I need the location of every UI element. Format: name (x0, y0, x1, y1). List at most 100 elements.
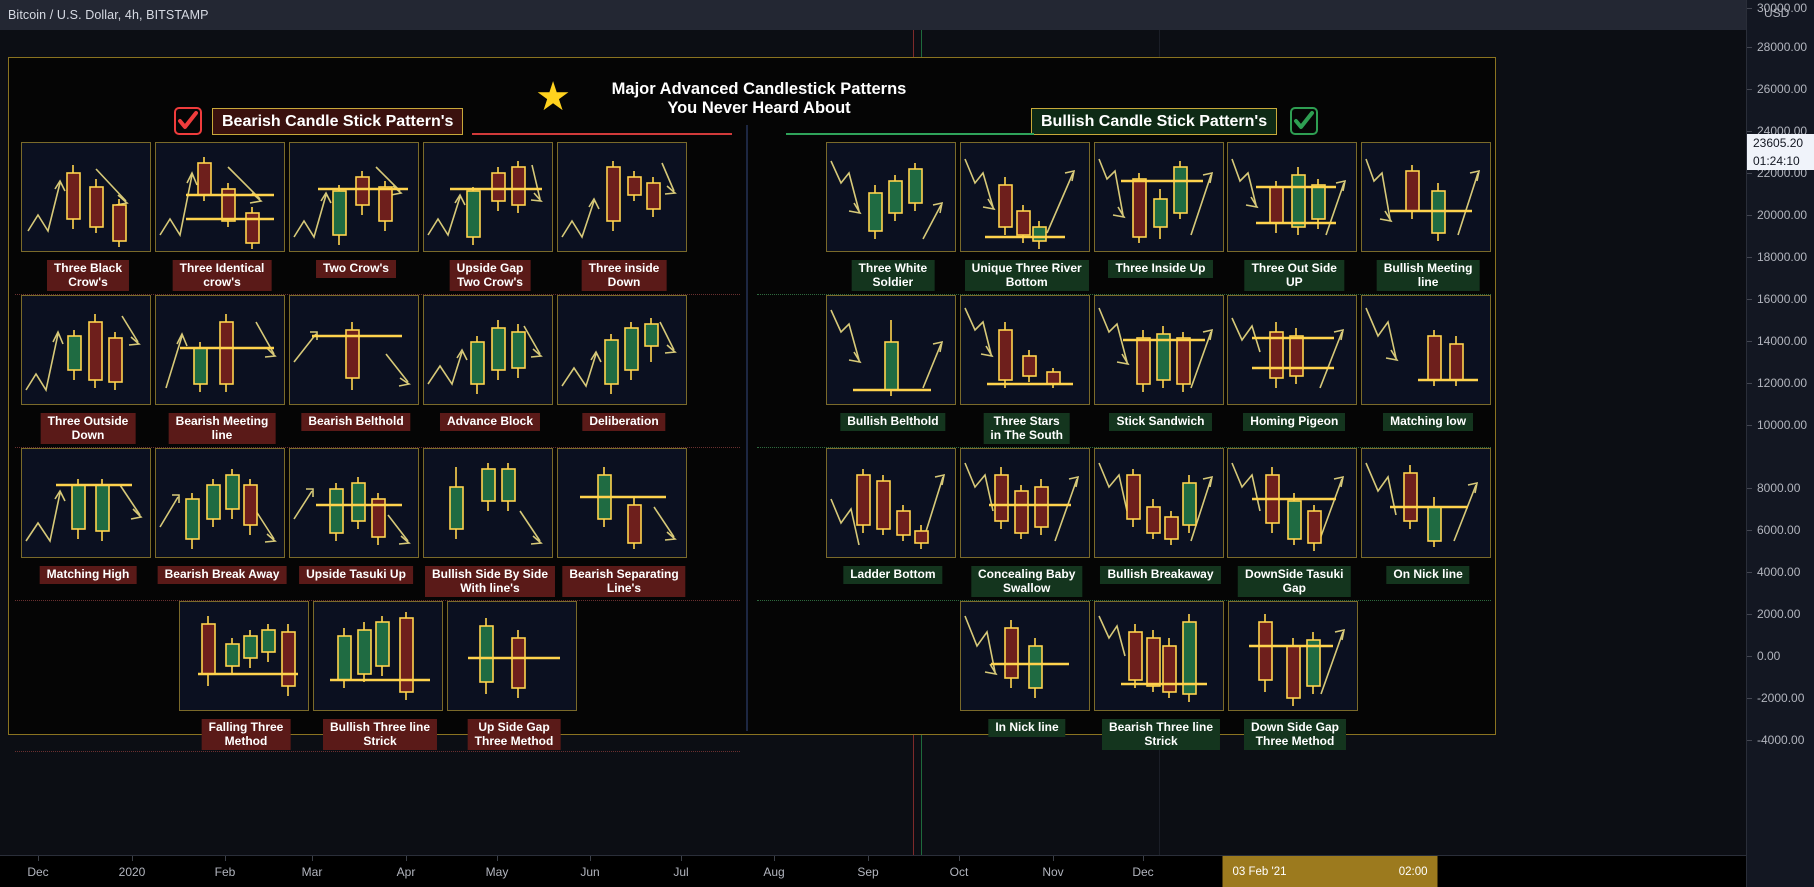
caption-line2: Bottom (1005, 274, 1048, 289)
price-tick: -4000.00 (1757, 733, 1805, 747)
caption-line1: Down Side Gap (1250, 720, 1340, 734)
pattern-caption: Ladder Bottom (843, 566, 943, 584)
pattern-cell[interactable]: Bearish Break Away (155, 448, 289, 584)
caption-line1: Bullish Belthold (847, 414, 939, 428)
caption-line2: Line's (606, 580, 642, 595)
pattern-cell[interactable]: Bullish Side By Side With line's (423, 448, 557, 597)
pattern-cell[interactable]: Three Identical crow's (155, 142, 289, 291)
caption-line1: Bullish Side By Side (431, 567, 549, 581)
pattern-cell[interactable]: Three Stars in The South (959, 295, 1094, 444)
caption-line1: Three Stars (993, 414, 1060, 428)
caption-line2: crow's (203, 274, 241, 289)
pattern-cell[interactable]: Bearish Separating Line's (557, 448, 691, 597)
pattern-cell[interactable]: Ladder Bottom (826, 448, 960, 584)
price-tick: 4000.00 (1757, 565, 1801, 579)
pattern-caption: Bearish Break Away (157, 566, 287, 584)
chart-pane[interactable]: ★ Major Advanced Candlestick Patterns Yo… (0, 30, 1746, 855)
pattern-cell[interactable]: Down Side Gap Three Method (1228, 601, 1362, 750)
price-tick: 16000.00 (1757, 292, 1808, 306)
caption-line1: Upside Gap (456, 261, 524, 275)
caption-line1: Three Outside (47, 414, 129, 428)
pattern-cell[interactable]: Matching High (21, 448, 155, 584)
pattern-cell[interactable]: Up Side Gap Three Method (447, 601, 581, 750)
poster-title-line1: Major Advanced Candlestick Patterns (611, 80, 907, 98)
pattern-cell[interactable]: In Nick line (960, 601, 1094, 737)
time-tick: Mar (301, 865, 323, 879)
price-tick: 20000.00 (1757, 208, 1808, 222)
time-tick: Sep (857, 865, 879, 879)
pattern-cell[interactable]: Matching low (1361, 295, 1495, 431)
caption-line2: in The South (990, 427, 1064, 442)
pattern-cell[interactable]: On Nick line (1361, 448, 1495, 584)
pattern-cell[interactable]: Upside Tasuki Up (289, 448, 423, 584)
pattern-cell[interactable]: Advance Block (423, 295, 557, 431)
pattern-caption: Bearish Belthold (301, 413, 411, 431)
caption-line1: Up Side Gap (478, 720, 550, 734)
pattern-cell[interactable]: Bullish Breakaway (1093, 448, 1228, 584)
pattern-cell[interactable]: Homing Pigeon (1227, 295, 1361, 431)
time-axis[interactable]: Dec 2020 Feb Mar Apr May Jun Jul Aug Sep… (0, 855, 1746, 887)
time-tick: Jul (673, 865, 689, 879)
pattern-cell[interactable]: Upside Gap Two Crow's (423, 142, 557, 291)
tradingview-chart-screen: Bitcoin / U.S. Dollar, 4h, BITSTAMP ★ Ma… (0, 0, 1814, 887)
price-tick: 12000.00 (1757, 376, 1808, 390)
bullish-row-4: In Nick line Bearish Three line Strick D… (753, 601, 1495, 750)
bullish-section-header: Bullish Candle Stick Pattern's (1031, 108, 1278, 135)
pattern-cell[interactable]: Concealing Baby Swallow (959, 448, 1094, 597)
pattern-cell[interactable]: Three Out Side UP (1227, 142, 1361, 291)
pattern-cell[interactable]: Bearish Three line Strick (1094, 601, 1228, 750)
pattern-cell[interactable]: Bullish Meeting line (1361, 142, 1495, 291)
pattern-cell[interactable]: Bullish Belthold (826, 295, 960, 431)
caption-line1: Concealing Baby (978, 567, 1076, 581)
pattern-caption: Three Identical crow's (172, 260, 272, 291)
time-badge-time: 02:00 (1398, 866, 1428, 878)
caption-line1: Matching low (1390, 414, 1467, 428)
pattern-cell[interactable]: Three inside Down (557, 142, 691, 291)
pattern-cell[interactable]: Three Outside Down (21, 295, 155, 444)
bullish-pattern-column: Three White Soldier Unique Three River B… (753, 142, 1495, 750)
caption-line2: With line's (460, 580, 520, 595)
caption-line1: Bullish Meeting (1383, 261, 1473, 275)
caption-line1: Three White (858, 261, 928, 275)
bearish-row-2: Three Outside Down Bearish Meeting line … (11, 295, 744, 448)
caption-line2: Swallow (1003, 580, 1051, 595)
pattern-caption: Three inside Down (581, 260, 667, 291)
price-tick: 28000.00 (1757, 40, 1808, 54)
price-tick: 26000.00 (1757, 82, 1808, 96)
pattern-cell[interactable]: Three Black Crow's (21, 142, 155, 291)
price-tick: 2000.00 (1757, 607, 1801, 621)
pattern-caption: Bearish Three line Strick (1101, 719, 1221, 750)
pattern-cell[interactable]: DownSide Tasuki Gap (1227, 448, 1361, 597)
pattern-cell[interactable]: Bearish Belthold (289, 295, 423, 431)
pattern-cell[interactable]: Unique Three River Bottom (959, 142, 1094, 291)
caption-line1: Homing Pigeon (1250, 414, 1339, 428)
pattern-cell[interactable]: Falling Three Method (179, 601, 313, 750)
time-tick: Oct (949, 865, 969, 879)
bearish-header-rule (472, 133, 732, 135)
time-tick: Aug (763, 865, 785, 879)
pattern-caption: DownSide Tasuki Gap (1238, 566, 1351, 597)
bullish-row-3: Ladder Bottom Concealing Baby Swallow Bu… (753, 448, 1495, 601)
caption-line1: Two Crow's (323, 261, 389, 275)
pattern-cell[interactable]: Bullish Three line Strick (313, 601, 447, 750)
caption-line1: Bearish Meeting (175, 414, 269, 428)
caption-line2: Crow's (68, 274, 108, 289)
caption-line1: Three Black (53, 261, 123, 275)
price-tick: 14000.00 (1757, 334, 1808, 348)
pattern-caption: Falling Three Method (201, 719, 291, 750)
pattern-caption: Bullish Side By Side With line's (424, 566, 556, 597)
pattern-caption: Bearish Separating Line's (562, 566, 686, 597)
price-axis[interactable]: USD 30000.00 28000.00 26000.00 24000.00 … (1746, 0, 1814, 887)
pattern-cell[interactable]: Two Crow's (289, 142, 423, 278)
pattern-cell[interactable]: Three Inside Up (1093, 142, 1228, 278)
time-tick: May (485, 865, 509, 879)
pattern-cell[interactable]: Three White Soldier (826, 142, 960, 291)
caption-line2: Down (607, 274, 641, 289)
pattern-cell[interactable]: Deliberation (557, 295, 691, 431)
pattern-cell[interactable]: Bearish Meeting line (155, 295, 289, 444)
checkbox-checked-red-icon (174, 107, 202, 135)
section-divider (746, 125, 748, 731)
pattern-cell[interactable]: Stick Sandwich (1093, 295, 1228, 431)
symbol-title[interactable]: Bitcoin / U.S. Dollar, 4h, BITSTAMP (8, 8, 209, 22)
caption-line2: Strick (1144, 733, 1178, 748)
